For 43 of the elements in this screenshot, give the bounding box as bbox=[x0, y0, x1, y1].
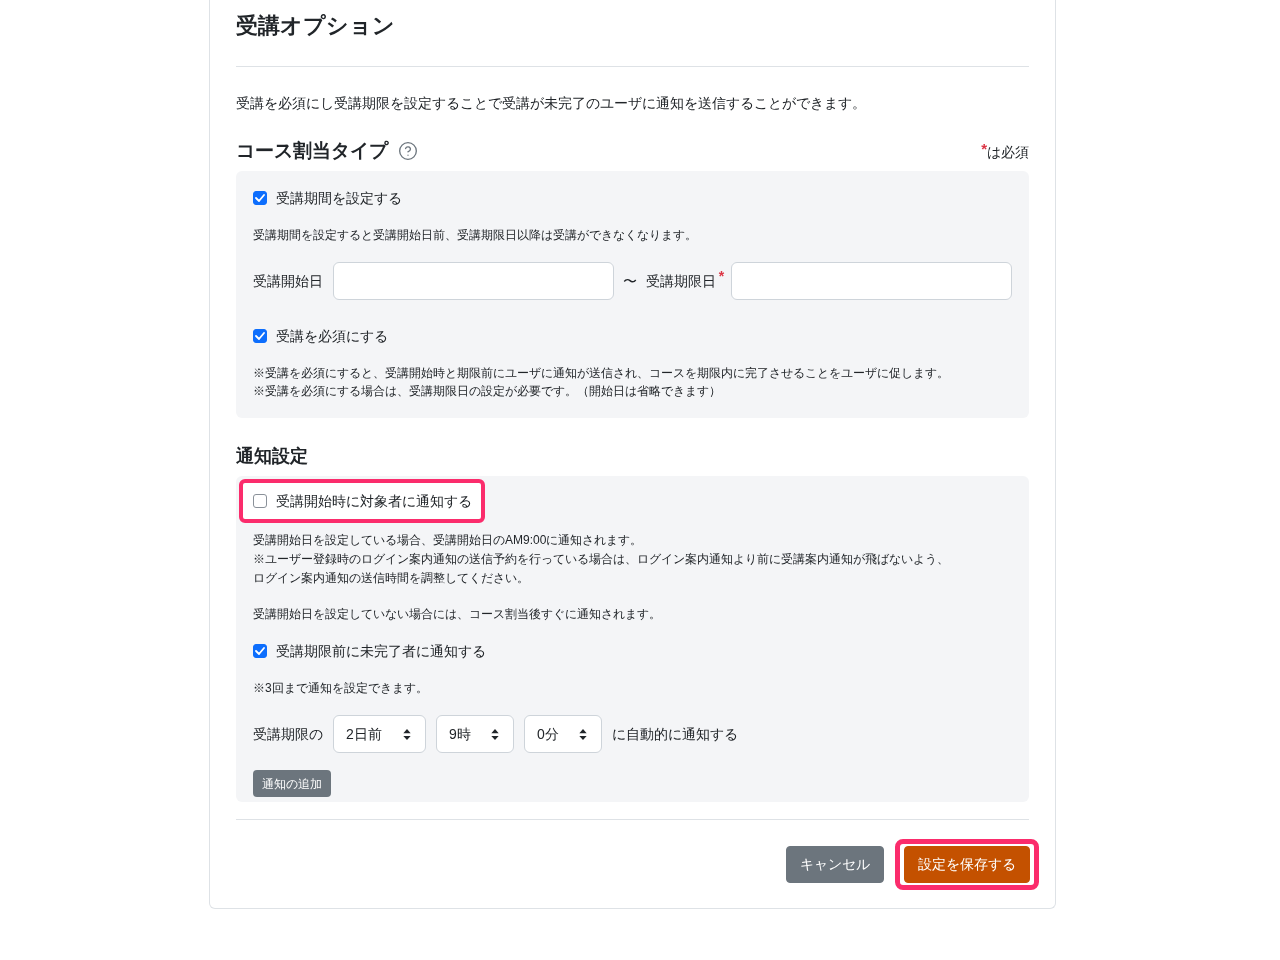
date-input-field[interactable] bbox=[333, 262, 614, 300]
sort-caret-icon bbox=[403, 728, 411, 740]
checkbox[interactable] bbox=[253, 329, 267, 343]
page-title: 受講オプション bbox=[236, 12, 396, 39]
date-input-field[interactable] bbox=[731, 262, 1012, 300]
section-heading: 通知設定 bbox=[236, 445, 309, 468]
dropdown[interactable]: 9時 bbox=[436, 715, 514, 753]
help-text: ※3回まで通知を設定できます。 bbox=[253, 680, 429, 697]
sort-caret-icon bbox=[579, 728, 587, 740]
required-mark: * bbox=[718, 270, 725, 282]
field-label: 受講期限の bbox=[253, 724, 323, 744]
cancel-button[interactable]: キャンセル bbox=[786, 846, 884, 883]
dropdown[interactable]: 0分 bbox=[524, 715, 602, 753]
option-label: 受講を必須にする bbox=[276, 327, 388, 346]
description: 受講を必須にし受講期限を設定することで受講が未完了のユーザに通知を送信することができます。 bbox=[236, 94, 867, 113]
option-label: 受講開始時に対象者に通知する bbox=[276, 492, 472, 511]
save-button[interactable]: 設定を保存する bbox=[904, 846, 1030, 883]
dropdown[interactable]: 2日前 bbox=[333, 715, 426, 753]
check-icon bbox=[255, 647, 265, 655]
help-icon[interactable] bbox=[398, 141, 418, 161]
checkbox[interactable] bbox=[253, 644, 267, 658]
help-text: ※ユーザー登録時のログイン案内通知の送信予約を行っている場合は、ログイン案内通知より前に受講案内通知が飛ばないよう、 bbox=[253, 551, 950, 568]
help-text: ログイン案内通知の送信時間を調整してください。 bbox=[253, 570, 530, 587]
range-separator: 〜 bbox=[622, 271, 637, 291]
checkbox[interactable] bbox=[253, 494, 267, 508]
check-icon bbox=[255, 194, 265, 202]
check-icon bbox=[255, 332, 265, 340]
add-notification-button[interactable]: 通知の追加 bbox=[253, 770, 331, 797]
help-text: 受講開始日を設定している場合、受講開始日のAM9:00に通知されます。 bbox=[253, 532, 644, 549]
option-label: 受講期間を設定する bbox=[276, 189, 402, 208]
help-text: ※受講を必須にすると、受講開始時と期限前にユーザに通知が送信され、コースを期限内に完了させることをユーザに促します。 bbox=[253, 365, 950, 382]
help-text: 受講期間を設定すると受講開始日前、受講期限日以降は受講ができなくなります。 bbox=[253, 227, 698, 244]
option-label: 受講期限前に未完了者に通知する bbox=[276, 642, 486, 661]
help-text: ※受講を必須にする場合は、受講期限日の設定が必要です。（開始日は省略できます） bbox=[253, 383, 722, 400]
required-note: は必須 bbox=[987, 143, 1029, 162]
checkbox[interactable] bbox=[253, 191, 267, 205]
sort-caret-icon bbox=[491, 728, 499, 740]
field-label: に自動的に通知する bbox=[612, 724, 738, 744]
field-label: 受講期限日 bbox=[645, 271, 716, 291]
section-heading: コース割当タイプ bbox=[236, 139, 388, 163]
field-label: 受講開始日 bbox=[253, 271, 323, 291]
help-text: 受講開始日を設定していない場合には、コース割当後すぐに通知されます。 bbox=[253, 606, 662, 623]
required-mark: * bbox=[981, 142, 987, 156]
